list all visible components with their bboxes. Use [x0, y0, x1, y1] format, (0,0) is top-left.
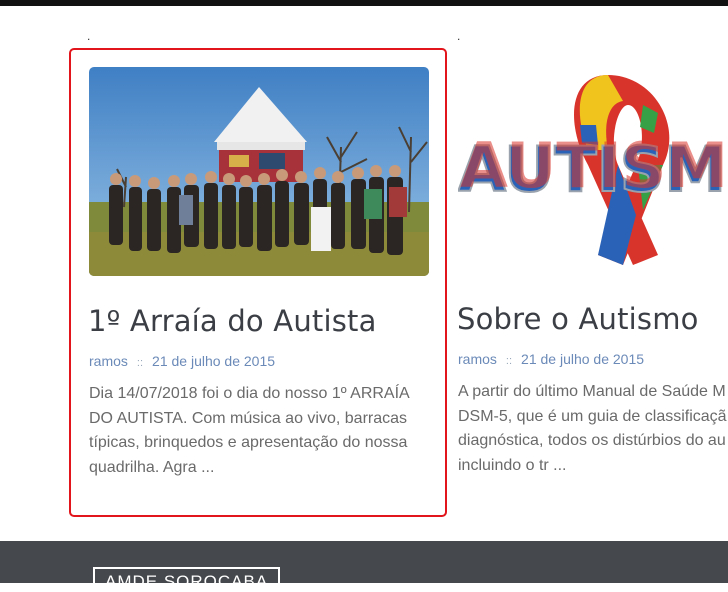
excerpt-line: DSM-5, que é um guia de classificaçã [458, 407, 727, 425]
post-card-arraia[interactable]: 1º Arraía do Autista ramos:: 21 de julho … [69, 48, 447, 517]
post-date[interactable]: 21 de julho de 2015 [521, 351, 644, 367]
post-author[interactable]: ramos [458, 351, 497, 367]
dot-marker: . [457, 29, 461, 43]
site-footer: AMDE SOROCABA [0, 541, 728, 591]
post-thumbnail[interactable]: AUTISMO AUTISMO [458, 65, 728, 274]
post-card-sobre-autismo[interactable]: AUTISMO AUTISMO Sobre o Autismo ramos::2… [440, 48, 728, 517]
footer-brand[interactable]: AMDE SOROCABA [93, 567, 281, 591]
meta-separator: :: [136, 357, 144, 369]
post-excerpt: Dia 14/07/2018 foi o dia do nosso 1º ARR… [89, 385, 409, 476]
post-author[interactable]: ramos [89, 353, 128, 369]
excerpt-line: A partir do último Manual de Saúde M [458, 383, 726, 400]
post-title[interactable]: 1º Arraía do Autista [88, 304, 377, 338]
post-date[interactable]: 21 de julho de 2015 [152, 353, 275, 369]
meta-separator: :: [505, 355, 513, 367]
post-thumbnail[interactable] [89, 67, 429, 276]
group-photo-image [89, 67, 429, 276]
post-meta: ramos:: 21 de julho de 2015 [458, 351, 644, 367]
svg-text:AUTISMO: AUTISMO [460, 129, 728, 202]
excerpt-line: incluindo o tr ... [458, 456, 567, 474]
dot-marker: . [87, 29, 91, 43]
top-bar [0, 0, 728, 6]
post-meta: ramos:: 21 de julho de 2015 [89, 353, 275, 369]
autism-ribbon-image: AUTISMO AUTISMO [458, 65, 728, 274]
post-excerpt: A partir do último Manual de Saúde M DSM… [458, 380, 728, 478]
post-title[interactable]: Sobre o Autismo [457, 302, 699, 336]
excerpt-line: diagnóstica, todos os distúrbios do au [458, 432, 726, 449]
